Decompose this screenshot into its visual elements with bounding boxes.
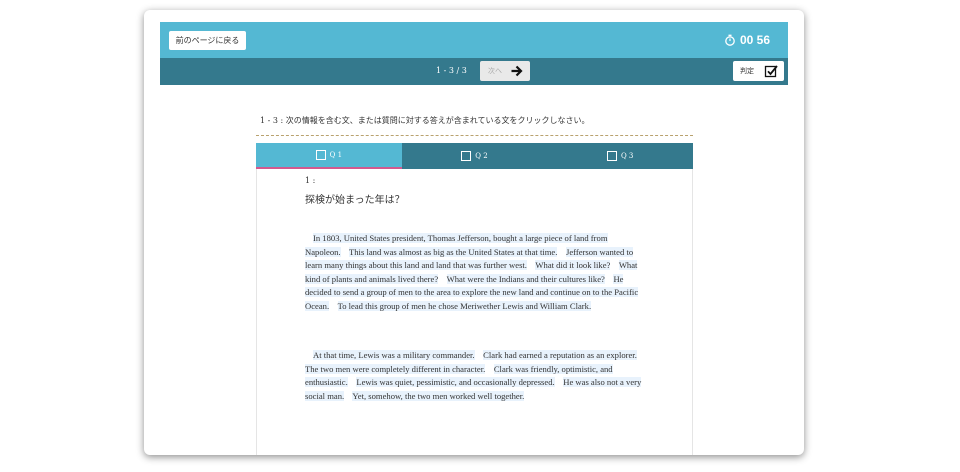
- instruction-text: 次の情報を含む文、または質問に対する答えが含まれている文をクリックしなさい。: [285, 116, 590, 125]
- checkbox-icon: [315, 150, 326, 160]
- question-tabs: Q 1 Q 2 Q 3: [256, 143, 693, 169]
- timer: 00 56: [724, 33, 770, 47]
- passage-paragraph: At that time, Lewis was a military comma…: [305, 349, 650, 403]
- question-content: 1 : 探検が始まった年は？ In 1803, United States pr…: [256, 169, 693, 455]
- checkbox-check-icon: [764, 65, 778, 78]
- sentence[interactable]: What were the Indians and their cultures…: [446, 273, 605, 284]
- sentence[interactable]: Yet, somehow, the two men worked well to…: [352, 390, 525, 401]
- judge-button[interactable]: 判定: [733, 61, 784, 81]
- tab-q1[interactable]: Q 1: [256, 143, 402, 169]
- checkbox-icon: [606, 151, 617, 161]
- arrow-right-icon: [511, 65, 523, 77]
- sentence[interactable]: Clark had earned a reputation as an expl…: [483, 350, 637, 360]
- page-indicator: 1 - 3 / 3: [436, 66, 467, 75]
- dashed-divider: [256, 135, 693, 136]
- stopwatch-icon: [725, 34, 735, 46]
- next-button-label: 次へ: [488, 68, 502, 75]
- sentence[interactable]: The two men were completely different in…: [305, 363, 486, 374]
- back-button[interactable]: 前のページに戻る: [169, 31, 246, 50]
- sentence[interactable]: Lewis was quiet, pessimistic, and occasi…: [356, 377, 555, 388]
- tab-label: Q 2: [475, 152, 488, 160]
- question-text: 探検が始まった年は？: [305, 195, 405, 206]
- tab-q2[interactable]: Q 2: [402, 143, 548, 169]
- instruction: 1 - 3 : 次の情報を含む文、または質問に対する答えが含まれている文をクリッ…: [260, 115, 590, 126]
- checkbox-icon: [461, 151, 472, 161]
- instruction-number: 1 - 3 :: [260, 116, 284, 125]
- sentence[interactable]: At that time, Lewis was a military comma…: [313, 350, 475, 360]
- top-bar: 前のページに戻る 00 56: [160, 22, 788, 58]
- sentence[interactable]: To lead this group of men he chose Meriw…: [337, 300, 592, 311]
- nav-bar: 1 - 3 / 3 次へ 判定: [160, 58, 788, 85]
- tab-label: Q 1: [329, 151, 343, 159]
- sentence[interactable]: What did it look like?: [535, 260, 611, 271]
- tab-q3[interactable]: Q 3: [547, 143, 693, 169]
- sentence[interactable]: This land was almost as big as the Unite…: [349, 246, 558, 257]
- question-number: 1 :: [305, 176, 316, 185]
- passage-paragraph: In 1803, United States president, Thomas…: [305, 232, 650, 314]
- judge-button-label: 判定: [740, 68, 754, 75]
- next-button[interactable]: 次へ: [480, 61, 530, 81]
- tab-label: Q 3: [620, 152, 634, 160]
- quiz-card: 前のページに戻る 00 56 1 - 3 / 3 次へ 判定 1 - 3: 次…: [144, 10, 804, 455]
- timer-value: 00 56: [739, 33, 770, 47]
